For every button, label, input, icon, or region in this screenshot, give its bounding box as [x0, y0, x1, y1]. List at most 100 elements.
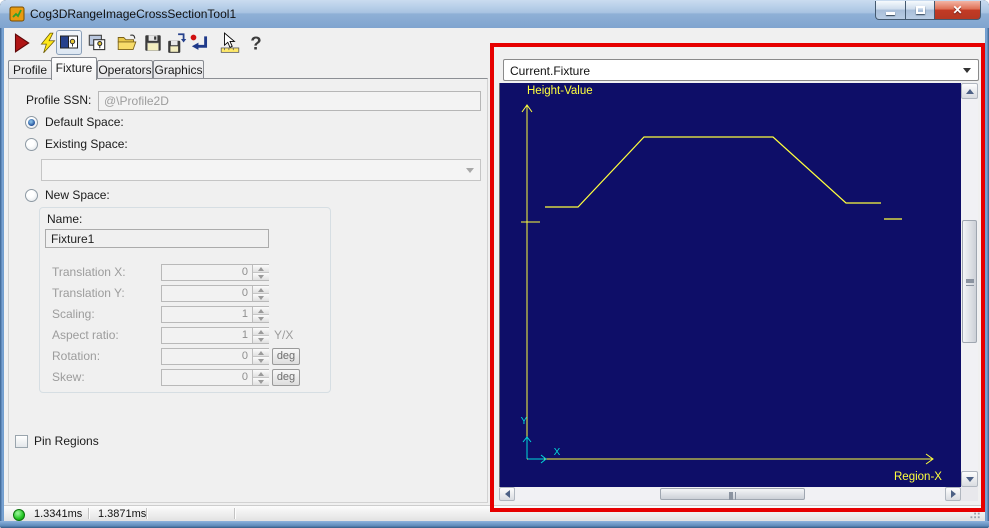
spin-down-button[interactable]	[253, 357, 269, 364]
thumb-grip-icon	[966, 279, 974, 286]
profile-ssn-field[interactable]: @\Profile2D	[98, 91, 481, 111]
window-border-right	[985, 28, 989, 521]
status-time-2: 1.3871ms	[98, 508, 146, 520]
window-title: Cog3DRangeImageCrossSectionTool1	[30, 7, 236, 21]
scroll-down-button[interactable]	[961, 471, 978, 487]
chevron-down-icon	[963, 68, 971, 73]
show-result-display-button[interactable]	[56, 30, 82, 55]
tab-graphics[interactable]: Graphics	[153, 60, 204, 79]
save-icon[interactable]	[142, 32, 164, 54]
float-window-icon[interactable]	[86, 32, 108, 54]
interactive-graphics-icon[interactable]	[219, 32, 241, 54]
skew-spinner[interactable]: 0	[161, 369, 269, 386]
run-icon[interactable]	[10, 32, 32, 54]
status-time-1: 1.3341ms	[34, 508, 82, 520]
scaling-spinner[interactable]: 1	[161, 306, 269, 323]
status-divider	[146, 508, 148, 519]
profile-polyline	[545, 137, 881, 207]
triangle-down-icon	[258, 275, 264, 279]
rotation-value: 0	[242, 350, 248, 362]
spin-down-button[interactable]	[253, 336, 269, 343]
spinner-buttons	[252, 328, 268, 343]
spinner-buttons	[252, 265, 268, 280]
horizontal-scrollbar[interactable]	[499, 487, 961, 501]
scroll-left-button[interactable]	[499, 487, 515, 501]
pin-regions-checkbox[interactable]	[15, 435, 28, 448]
maximize-icon	[916, 6, 925, 14]
default-space-radio[interactable]	[25, 116, 38, 129]
status-divider	[88, 508, 90, 519]
triangle-down-icon	[258, 296, 264, 300]
name-field[interactable]: Fixture1	[45, 229, 269, 248]
existing-space-combo[interactable]	[41, 159, 481, 181]
spin-up-button[interactable]	[253, 349, 269, 357]
status-bar: 1.3341ms 1.3871ms	[4, 505, 985, 521]
skew-label: Skew:	[52, 370, 85, 384]
skew-deg-button[interactable]: deg	[272, 369, 300, 386]
tab-operators[interactable]: Operators	[97, 60, 153, 79]
triangle-down-icon	[258, 359, 264, 363]
origin-x-label: X	[554, 447, 561, 458]
spin-down-button[interactable]	[253, 294, 269, 301]
pin-regions-label: Pin Regions	[34, 434, 99, 448]
reset-icon[interactable]	[188, 32, 210, 54]
aspect-ratio-value: 1	[242, 329, 248, 341]
open-file-icon[interactable]	[116, 32, 138, 54]
scaling-value: 1	[242, 308, 248, 320]
scrollbar-corner	[961, 487, 978, 501]
tab-fixture[interactable]: Fixture	[51, 57, 97, 80]
spin-down-button[interactable]	[253, 378, 269, 385]
scroll-right-button[interactable]	[945, 487, 961, 501]
spin-up-button[interactable]	[253, 286, 269, 294]
minimize-icon	[886, 12, 895, 15]
minimize-button[interactable]	[875, 1, 906, 20]
scroll-up-button[interactable]	[961, 83, 978, 99]
profile-ssn-label: Profile SSN:	[26, 93, 91, 107]
triangle-up-icon	[258, 267, 264, 271]
chevron-down-icon	[466, 168, 474, 173]
rotation-spinner[interactable]: 0	[161, 348, 269, 365]
maximize-button[interactable]	[906, 1, 934, 20]
translation-y-spinner[interactable]: 0	[161, 285, 269, 302]
triangle-up-icon	[966, 89, 974, 94]
spin-up-button[interactable]	[253, 307, 269, 315]
triangle-up-icon	[258, 372, 264, 376]
triangle-down-icon	[258, 380, 264, 384]
save-as-icon[interactable]	[166, 32, 188, 54]
horizontal-scroll-thumb[interactable]	[660, 488, 805, 500]
tab-profile[interactable]: Profile	[8, 60, 52, 79]
thumb-grip-icon	[729, 492, 736, 500]
resize-grip-icon[interactable]	[970, 509, 982, 520]
triangle-right-icon	[951, 490, 956, 498]
translation-x-spinner[interactable]: 0	[161, 264, 269, 281]
show-result-display-icon	[59, 32, 79, 52]
display-selector-combo[interactable]: Current.Fixture	[503, 59, 979, 81]
spin-up-button[interactable]	[253, 265, 269, 273]
spin-down-button[interactable]	[253, 273, 269, 280]
vertical-scrollbar[interactable]	[961, 83, 978, 487]
close-button[interactable]: ✕	[934, 1, 981, 20]
rotation-deg-button[interactable]: deg	[272, 348, 300, 365]
help-icon[interactable]: ?	[245, 32, 267, 54]
triangle-down-icon	[966, 477, 974, 482]
origin-y-label: Y	[521, 416, 528, 427]
skew-value: 0	[242, 371, 248, 383]
close-icon: ✕	[952, 3, 962, 17]
spin-up-button[interactable]	[253, 370, 269, 378]
app-icon	[9, 6, 25, 22]
triangle-up-icon	[258, 351, 264, 355]
existing-space-radio[interactable]	[25, 138, 38, 151]
title-bar[interactable]: Cog3DRangeImageCrossSectionTool1 ✕	[0, 0, 989, 28]
profile-display-canvas[interactable]: Height-Value Region-X Y X	[499, 83, 961, 487]
triangle-down-icon	[258, 317, 264, 321]
spinner-buttons	[252, 307, 268, 322]
spin-down-button[interactable]	[253, 315, 269, 322]
name-label: Name:	[47, 212, 82, 226]
aspect-ratio-spinner[interactable]: 1	[161, 327, 269, 344]
new-space-radio[interactable]	[25, 189, 38, 202]
window-border-bottom	[0, 521, 989, 528]
spin-up-button[interactable]	[253, 328, 269, 336]
vertical-scroll-thumb[interactable]	[962, 220, 977, 343]
existing-space-label: Existing Space:	[45, 137, 128, 151]
translation-y-label: Translation Y:	[52, 286, 125, 300]
